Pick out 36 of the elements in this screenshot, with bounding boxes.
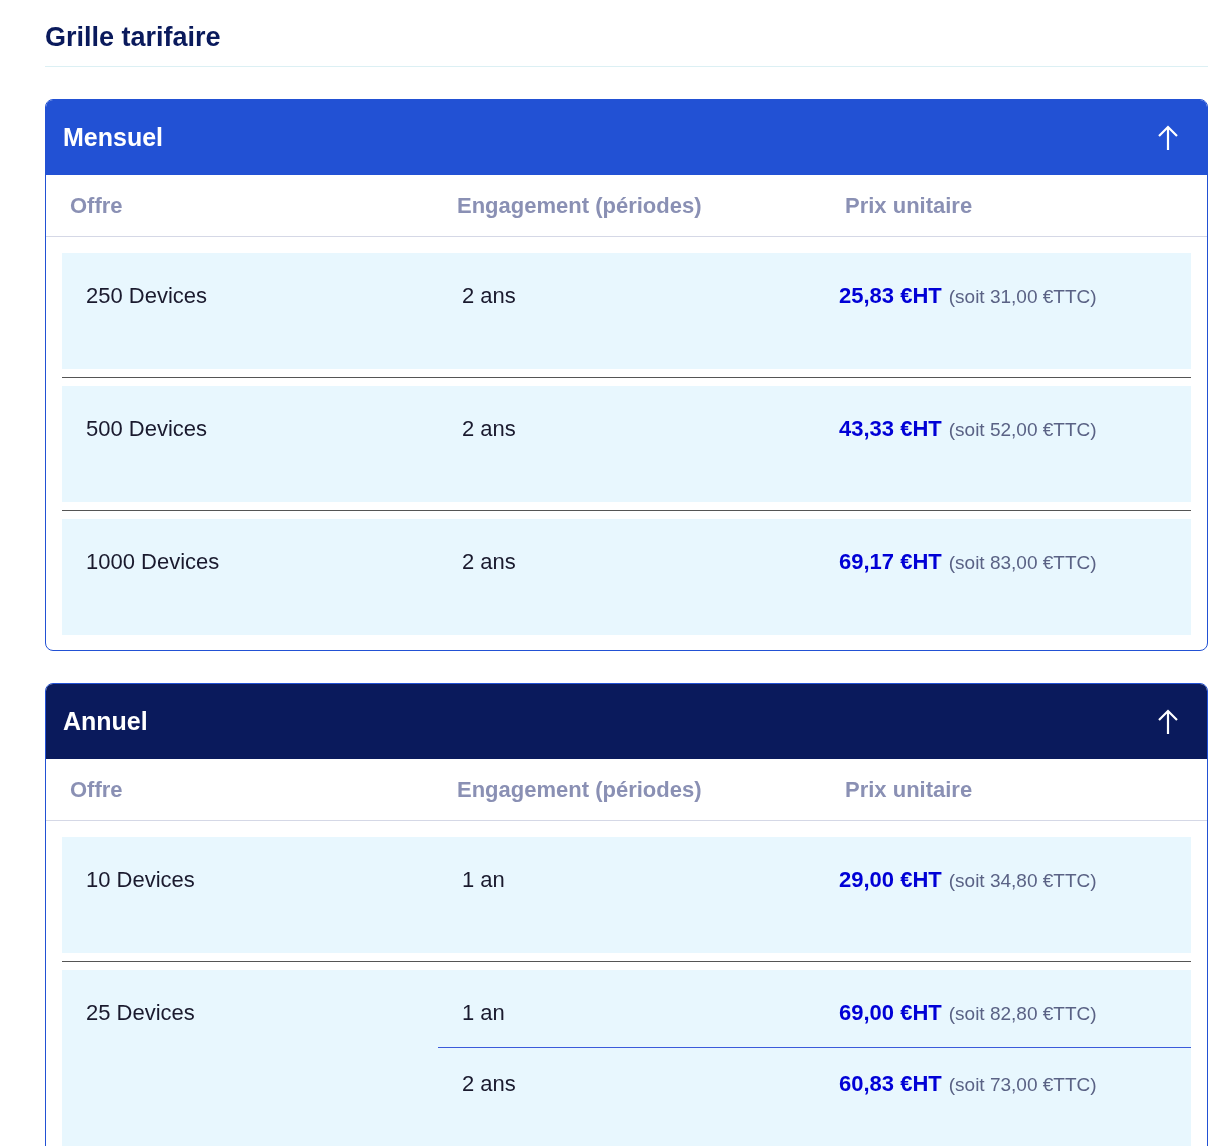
offer-name: 25 Devices xyxy=(86,1000,195,1025)
arrow-up-icon[interactable] xyxy=(1157,708,1179,735)
section-title: Annuel xyxy=(63,705,148,737)
price-ht: 69,00 €HT xyxy=(839,999,942,1027)
page-title: Grille tarifaire xyxy=(45,18,1208,67)
section-header[interactable]: Mensuel xyxy=(46,100,1207,175)
column-header: Engagement (périodes) xyxy=(457,192,703,220)
arrow-up-icon[interactable] xyxy=(1157,124,1179,151)
column-header: Prix unitaire xyxy=(845,776,974,804)
duration-text: 2 ans xyxy=(462,416,516,441)
column-header: Offre xyxy=(70,192,124,220)
duration-text: 2 ans xyxy=(462,1071,516,1096)
price-ht: 60,83 €HT xyxy=(839,1070,942,1098)
section-header[interactable]: Annuel xyxy=(46,684,1207,759)
duration-text: 2 ans xyxy=(462,549,516,574)
price-ttc: (soit 34,80 €TTC) xyxy=(948,869,1097,893)
column-header: Offre xyxy=(70,776,124,804)
price-ht: 25,83 €HT xyxy=(839,282,942,310)
price-ttc: (soit 82,80 €TTC) xyxy=(948,1002,1097,1026)
price-ttc: (soit 31,00 €TTC) xyxy=(948,285,1097,309)
duration-text: 1 an xyxy=(462,1000,505,1025)
offer-name: 10 Devices xyxy=(86,867,195,892)
duration-text: 2 ans xyxy=(462,283,516,308)
section-title: Mensuel xyxy=(63,121,164,153)
offer-name: 250 Devices xyxy=(86,283,208,308)
offer-name: 1000 Devices xyxy=(86,549,220,574)
price-ht: 69,17 €HT xyxy=(839,548,942,576)
price-ht: 29,00 €HT xyxy=(839,866,942,894)
price-ht: 43,33 €HT xyxy=(839,415,942,443)
price-ttc: (soit 83,00 €TTC) xyxy=(948,551,1097,575)
column-header: Prix unitaire xyxy=(845,192,974,220)
price-ttc: (soit 52,00 €TTC) xyxy=(948,418,1097,442)
column-header: Engagement (périodes) xyxy=(457,776,703,804)
offer-name: 500 Devices xyxy=(86,416,208,441)
duration-text: 1 an xyxy=(462,867,505,892)
price-ttc: (soit 73,00 €TTC) xyxy=(948,1073,1097,1097)
